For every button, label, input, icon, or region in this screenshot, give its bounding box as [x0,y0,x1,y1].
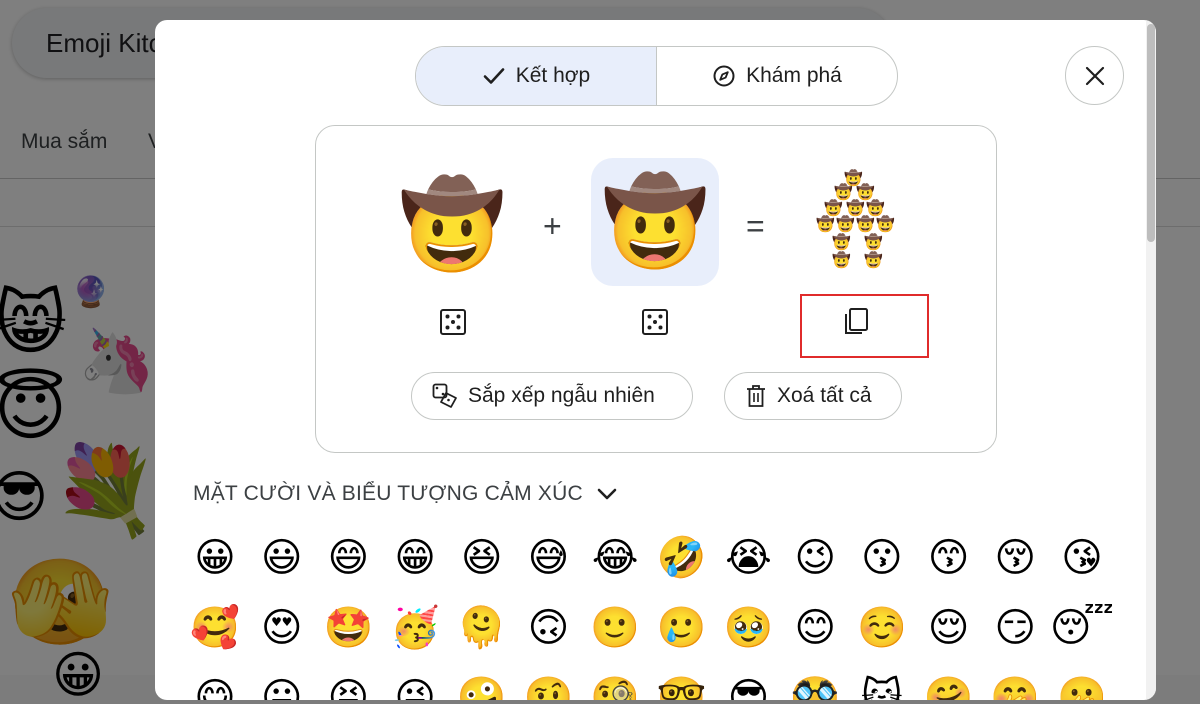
emoji-option[interactable]: 😴 [1050,602,1114,654]
emoji-option[interactable]: 😝 [322,672,374,700]
scrollbar[interactable] [1146,20,1156,700]
result-emoji-part: 🤠 [866,199,885,217]
emoji-option[interactable]: 🥹 [723,602,775,654]
result-emoji-part: 🤠 [856,215,875,233]
close-button[interactable] [1065,46,1124,105]
right-emoji: 🤠 [601,172,709,272]
emoji-option[interactable]: 🥰 [189,602,241,654]
check-icon [483,68,505,84]
result-emoji[interactable]: 🤠 🤠 🤠 🤠 🤠 🤠 🤠 🤠 🤠 🤠 🤠 🤠 🤠 🤠 [816,171,896,271]
emoji-option[interactable]: 😄 [322,532,374,584]
emoji-option[interactable]: 🤩 [322,602,374,654]
shuffle-button[interactable]: Sắp xếp ngẫu nhiên [411,372,693,420]
randomize-left-button[interactable] [435,304,471,340]
category-dropdown[interactable]: MẶT CƯỜI VÀ BIỂU TƯỢNG CẢM XÚC [193,482,617,506]
tab-combine[interactable]: Kết hợp [416,47,657,105]
emoji-option[interactable]: 😗 [856,532,908,584]
emoji-kitchen-dialog: Kết hợp Khám phá 🤠 + 🤠 = 🤠 🤠 🤠 🤠 🤠 🤠 🤠 🤠… [155,20,1156,700]
left-emoji: 🤠 [398,175,506,275]
emoji-option[interactable]: 🧐 [589,672,641,700]
emoji-option[interactable]: 😅 [522,532,574,584]
shuffle-button-label: Sắp xếp ngẫu nhiên [468,384,655,407]
result-emoji-part: 🤠 [834,183,853,201]
emoji-option[interactable]: 🤨 [522,672,574,700]
chevron-down-icon [597,488,617,500]
result-emoji-part: 🤠 [832,233,851,251]
result-emoji-part: 🤠 [824,199,843,217]
scrollbar-thumb[interactable] [1147,24,1155,242]
mixer-card: 🤠 + 🤠 = 🤠 🤠 🤠 🤠 🤠 🤠 🤠 🤠 🤠 🤠 🤠 🤠 🤠 🤠 Sắp … [315,125,997,453]
clear-all-button[interactable]: Xoá tất cả [724,372,902,420]
result-emoji-part: 🤠 [832,251,851,269]
emoji-option[interactable]: 😘 [1056,532,1108,584]
close-icon [1085,66,1104,85]
emoji-option[interactable]: 🙃 [522,602,574,654]
mode-tabs: Kết hợp Khám phá [415,46,898,106]
emoji-option[interactable]: 🤣 [656,532,708,584]
emoji-option[interactable]: 😉 [789,532,841,584]
result-emoji-part: 🤠 [864,233,883,251]
emoji-option[interactable]: 😺 [856,672,908,700]
emoji-option[interactable]: 😆 [456,532,508,584]
emoji-option[interactable]: 😍 [256,602,308,654]
emoji-option[interactable]: 😭 [723,532,775,584]
emoji-option[interactable]: 😙 [923,532,975,584]
tab-combine-label: Kết hợp [515,64,591,87]
result-emoji-part: 🤠 [864,251,883,269]
result-emoji-part: 🤠 [816,215,835,233]
emoji-option[interactable]: 🤪 [456,672,508,700]
emoji-option[interactable]: 🥸 [789,672,841,700]
result-emoji-part: 🤠 [846,199,865,217]
tab-explore-label: Khám phá [746,64,842,87]
emoji-option[interactable]: 🥳 [389,602,441,654]
emoji-option[interactable]: 🙂 [589,602,641,654]
left-emoji-slot[interactable]: 🤠 [388,161,516,289]
emoji-option[interactable]: 🤓 [656,672,708,700]
right-emoji-slot[interactable]: 🤠 [591,158,719,286]
emoji-option[interactable]: 🤭 [989,672,1041,700]
randomize-right-button[interactable] [637,304,673,340]
emoji-option[interactable]: 😃 [256,532,308,584]
plus-sign: + [543,208,562,244]
emoji-option[interactable]: 😀 [189,532,241,584]
emoji-option[interactable]: 😁 [389,532,441,584]
compass-icon [713,65,735,87]
emoji-option[interactable]: 😂 [589,532,641,584]
equals-sign: = [746,208,765,244]
dice-icon [440,309,466,335]
category-title: MẶT CƯỜI VÀ BIỂU TƯỢNG CẢM XÚC [193,482,583,505]
emoji-option[interactable]: 😜 [389,672,441,700]
emoji-option[interactable]: 🫠 [456,602,508,654]
emoji-option[interactable]: ☺️ [856,602,908,654]
emoji-option[interactable]: 😚 [989,532,1041,584]
emoji-option[interactable]: 😌 [923,602,975,654]
emoji-option[interactable]: 😋 [189,672,241,700]
dice-shuffle-icon [432,383,457,408]
result-emoji-part: 🤠 [876,215,895,233]
emoji-option[interactable]: 😏 [989,602,1041,654]
copy-highlight-box [800,294,929,358]
clear-all-button-label: Xoá tất cả [777,384,872,407]
emoji-option[interactable]: 😎 [723,672,775,700]
result-emoji-part: 🤠 [856,183,875,201]
emoji-option[interactable]: 🥲 [656,602,708,654]
result-emoji-part: 🤠 [836,215,855,233]
dice-icon [642,309,668,335]
tab-explore[interactable]: Khám phá [657,47,897,105]
emoji-option[interactable]: 😊 [789,602,841,654]
emoji-option[interactable]: 😛 [256,672,308,700]
emoji-option[interactable]: 🫢 [1056,672,1108,700]
emoji-option[interactable]: 🤗 [923,672,975,700]
trash-icon [747,385,765,407]
